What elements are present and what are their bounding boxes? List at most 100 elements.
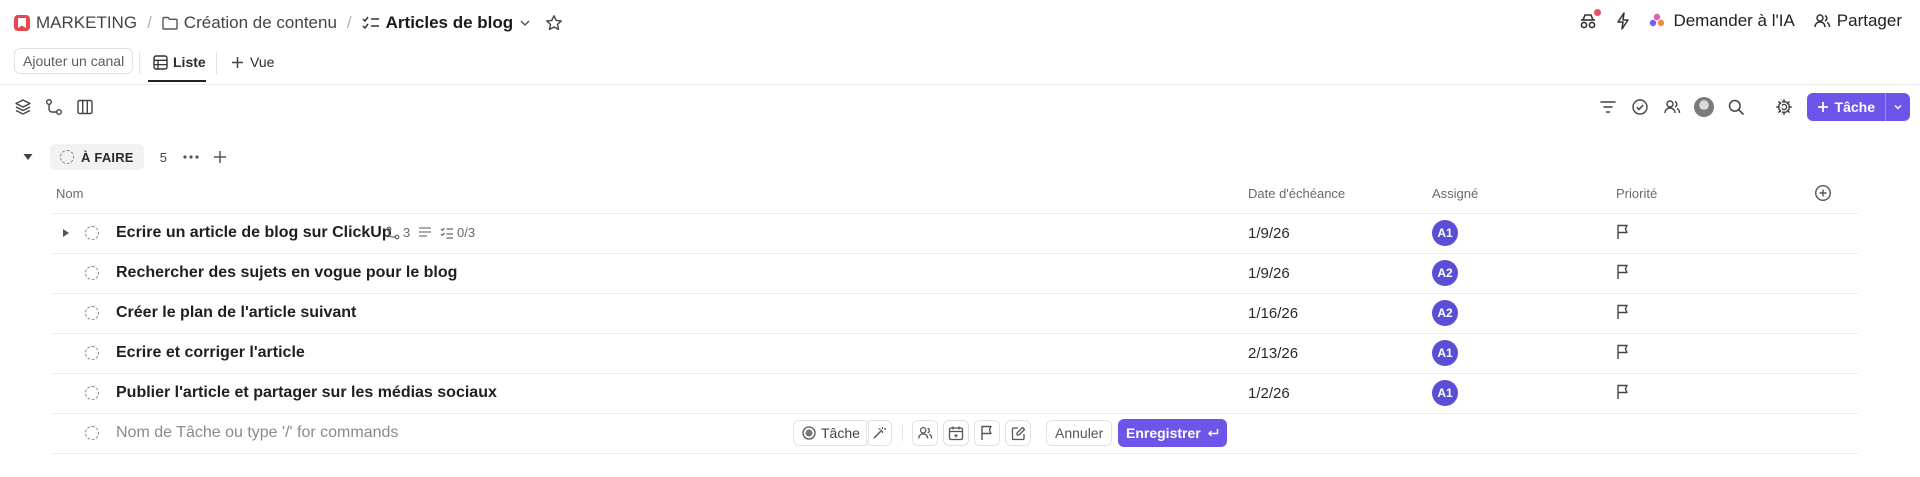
calendar-icon[interactable] — [943, 420, 969, 446]
add-column-icon[interactable] — [1814, 184, 1832, 202]
table-row[interactable]: Ecrire un article de blog sur ClickUp 3 … — [52, 213, 1858, 254]
check-circle-icon[interactable] — [1627, 94, 1653, 120]
status-todo-icon — [60, 150, 74, 164]
flag-icon[interactable] — [1616, 344, 1630, 360]
column-assignee[interactable]: Assigné — [1432, 186, 1478, 201]
flag-icon[interactable] — [1616, 384, 1630, 400]
chevron-down-icon[interactable] — [1885, 93, 1910, 121]
checklist-progress-value: 0/3 — [457, 225, 476, 240]
more-icon[interactable] — [183, 155, 199, 159]
status-chip[interactable]: À FAIRE — [50, 144, 144, 170]
table-row[interactable]: Créer le plan de l'article suivant 1/16/… — [52, 293, 1858, 334]
filter-icon[interactable] — [1595, 94, 1621, 120]
flag-icon[interactable] — [1616, 304, 1630, 320]
breadcrumb-separator: / — [147, 13, 152, 32]
new-task-input[interactable]: Nom de Tâche ou type '/' for commands — [116, 424, 398, 442]
status-todo-icon[interactable] — [85, 426, 99, 440]
breadcrumb-folder[interactable]: Création de contenu — [184, 13, 337, 33]
assignee-avatar[interactable]: A2 — [1432, 300, 1458, 326]
list-toolbar: Tâche — [0, 88, 1920, 126]
collapse-caret-icon[interactable] — [22, 152, 34, 162]
new-task-button[interactable]: Tâche — [1806, 93, 1910, 121]
user-avatar[interactable] — [1691, 94, 1717, 120]
cancel-button[interactable]: Annuler — [1046, 420, 1113, 446]
task-type-button[interactable]: Tâche — [793, 420, 869, 446]
breadcrumb-workspace[interactable]: MARKETING — [36, 13, 137, 33]
due-date[interactable]: 1/9/26 — [1248, 225, 1290, 242]
assignee-avatar[interactable]: A1 — [1432, 340, 1458, 366]
add-channel-button[interactable]: Ajouter un canal — [14, 48, 134, 74]
column-priority[interactable]: Priorité — [1616, 186, 1657, 201]
divider — [902, 425, 903, 441]
column-name[interactable]: Nom — [56, 186, 83, 201]
assignees-icon[interactable] — [1659, 94, 1685, 120]
lightning-icon[interactable] — [1616, 12, 1630, 30]
task-name[interactable]: Ecrire et corriger l'article — [116, 344, 305, 362]
checklist-progress[interactable]: 0/3 — [440, 225, 475, 240]
new-task-label: Tâche — [1834, 99, 1875, 115]
breadcrumb: MARKETING / Création de contenu / Articl… — [14, 13, 563, 33]
table-row[interactable]: Publier l'article et partager sur les mé… — [52, 373, 1858, 414]
ask-ai-label: Demander à l'IA — [1673, 11, 1795, 30]
task-name[interactable]: Ecrire un article de blog sur ClickUp — [116, 224, 392, 242]
task-type-label: Tâche — [821, 425, 860, 441]
due-date[interactable]: 2/13/26 — [1248, 345, 1298, 362]
share-users-icon — [1813, 12, 1831, 30]
subtasks-icon[interactable] — [41, 94, 67, 120]
assignee-avatar[interactable]: A1 — [1432, 380, 1458, 406]
breadcrumb-separator: / — [346, 13, 352, 32]
tab-list-label: Liste — [173, 54, 206, 70]
status-todo-icon[interactable] — [85, 346, 99, 360]
status-label: À FAIRE — [81, 149, 134, 165]
edit-icon[interactable] — [1005, 420, 1031, 446]
search-icon[interactable] — [1723, 94, 1749, 120]
description-icon — [418, 226, 432, 238]
assign-users-icon[interactable] — [912, 420, 938, 446]
table-row[interactable]: Rechercher des sujets en vogue pour le b… — [52, 253, 1858, 294]
star-icon[interactable] — [545, 14, 563, 32]
task-name[interactable]: Créer le plan de l'article suivant — [116, 304, 356, 322]
share-label: Partager — [1836, 11, 1902, 30]
flag-icon[interactable] — [974, 420, 1000, 446]
status-todo-icon[interactable] — [85, 266, 99, 280]
incognito-icon[interactable] — [1578, 9, 1602, 30]
plus-icon — [1817, 101, 1829, 113]
table-header: Nom Date d'échéance Assigné Priorité — [52, 178, 1858, 214]
view-tabs: Ajouter un canal Liste Vue — [0, 48, 1920, 85]
divider — [216, 52, 217, 74]
share-button[interactable]: Partager — [1813, 11, 1902, 31]
task-name[interactable]: Rechercher des sujets en vogue pour le b… — [116, 264, 457, 282]
divider — [1781, 98, 1782, 116]
status-todo-icon[interactable] — [85, 226, 99, 240]
chevron-down-icon[interactable] — [519, 17, 531, 29]
due-date[interactable]: 1/9/26 — [1248, 265, 1290, 282]
tab-list[interactable]: Liste — [153, 54, 206, 70]
table-row[interactable]: Ecrire et corriger l'article 2/13/26 A1 — [52, 333, 1858, 374]
assignee-avatar[interactable]: A1 — [1432, 220, 1458, 246]
expand-caret-icon[interactable] — [62, 228, 70, 238]
subtask-count-value: 3 — [403, 225, 411, 240]
status-todo-icon[interactable] — [85, 306, 99, 320]
breadcrumb-list[interactable]: Articles de blog — [386, 13, 514, 33]
columns-icon[interactable] — [72, 94, 98, 120]
task-name[interactable]: Publier l'article et partager sur les mé… — [116, 384, 497, 402]
subtasks-icon — [386, 226, 400, 240]
due-date[interactable]: 1/2/26 — [1248, 385, 1290, 402]
ask-ai-button[interactable]: Demander à l'IA — [1648, 11, 1795, 31]
layers-icon[interactable] — [10, 94, 36, 120]
assignee-avatar[interactable]: A2 — [1432, 260, 1458, 286]
checklist-icon — [440, 226, 454, 240]
magic-wand-icon[interactable] — [866, 420, 892, 446]
table-icon — [153, 54, 168, 70]
status-todo-icon[interactable] — [85, 386, 99, 400]
add-task-plus-icon[interactable] — [213, 150, 227, 164]
add-view-label: Vue — [250, 54, 275, 70]
subtask-count[interactable]: 3 — [386, 225, 410, 240]
add-view-button[interactable]: Vue — [231, 54, 274, 70]
column-due-date[interactable]: Date d'échéance — [1248, 186, 1345, 201]
save-button[interactable]: Enregistrer — [1118, 419, 1227, 447]
due-date[interactable]: 1/16/26 — [1248, 305, 1298, 322]
gear-icon[interactable] — [1771, 94, 1797, 120]
flag-icon[interactable] — [1616, 224, 1630, 240]
flag-icon[interactable] — [1616, 264, 1630, 280]
